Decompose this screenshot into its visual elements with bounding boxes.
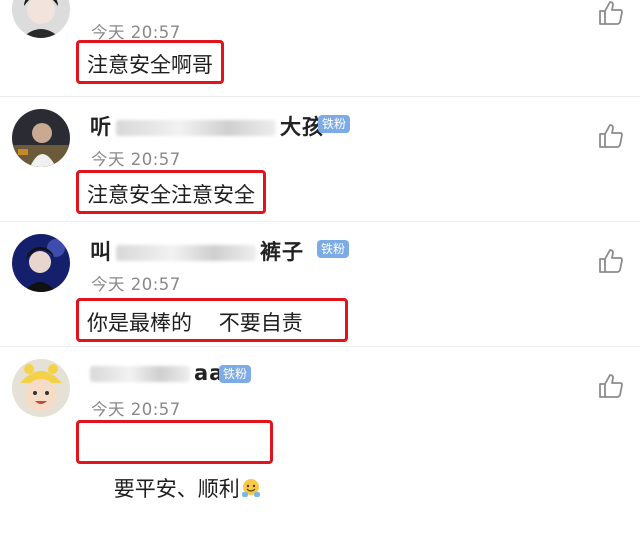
username[interactable]: aa — [90, 361, 224, 385]
comment-timestamp: 今天 20:57 — [91, 275, 181, 294]
username[interactable]: 听大孩 — [90, 111, 324, 141]
thumbs-up-icon[interactable] — [598, 123, 624, 149]
username[interactable]: 叫裤子 — [90, 236, 304, 266]
comment-item: 今天 20:57 注意安全啊哥 — [0, 0, 640, 97]
comment-item: 叫裤子 铁粉 今天 20:57 你是最棒的 不要自责 — [0, 222, 640, 347]
thumbs-up-icon[interactable] — [598, 248, 624, 274]
thumbs-up-icon[interactable] — [598, 0, 624, 26]
avatar[interactable] — [12, 109, 70, 167]
comment-text: 要平安、顺利 — [76, 420, 273, 501]
comment-timestamp: 今天 20:57 — [91, 150, 181, 169]
fan-badge: 铁粉 — [318, 115, 351, 133]
comment-item: aa 铁粉 今天 20:57 要平安、顺利 — [0, 347, 640, 501]
comment-text-content: 要平安、顺利 — [113, 477, 240, 501]
avatar[interactable] — [12, 359, 70, 417]
fan-badge: 铁粉 — [219, 365, 252, 383]
comment-text: 注意安全啊哥 — [76, 40, 224, 84]
comment-text: 注意安全注意安全 — [76, 170, 266, 214]
avatar[interactable] — [12, 234, 70, 292]
avatar[interactable] — [12, 0, 70, 38]
hugging-face-emoji-icon — [241, 479, 260, 497]
fan-badge: 铁粉 — [317, 240, 350, 258]
thumbs-up-icon[interactable] — [598, 373, 624, 399]
comment-timestamp: 今天 20:57 — [91, 400, 181, 419]
comment-text: 你是最棒的 不要自责 — [76, 298, 348, 342]
comment-item: 听大孩 铁粉 今天 20:57 注意安全注意安全 — [0, 97, 640, 222]
